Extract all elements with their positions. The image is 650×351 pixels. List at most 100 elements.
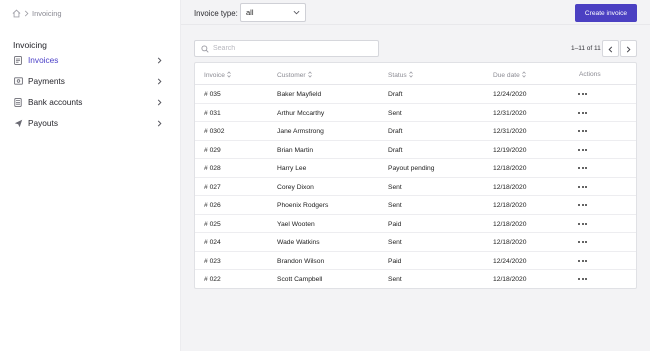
invoice-number: # 031 (204, 109, 221, 117)
column-header-due-date[interactable]: Due date (493, 71, 526, 80)
payment-icon (13, 76, 23, 86)
search-icon (201, 40, 209, 58)
breadcrumb: Invoicing (12, 9, 62, 18)
customer-name: Arthur Mccarthy (277, 109, 325, 117)
send-icon (13, 118, 23, 128)
sidebar-item-label: Payouts (28, 118, 58, 128)
breadcrumb-separator-icon (24, 10, 29, 17)
more-actions-icon[interactable] (578, 259, 587, 262)
more-actions-icon[interactable] (578, 222, 587, 225)
invoice-number: # 025 (204, 220, 221, 228)
more-actions-icon[interactable] (578, 185, 587, 188)
customer-name: Yael Wooten (277, 220, 315, 228)
invoice-status: Sent (388, 239, 402, 246)
customer-name: Phoenix Rodgers (277, 202, 329, 209)
invoice-status: Sent (388, 202, 402, 209)
customer-name: Scott Campbell (277, 276, 323, 283)
due-date: 12/18/2020 (493, 165, 527, 172)
table-row[interactable]: # 035 Baker Mayfield Draft 12/24/2020 (195, 85, 636, 104)
breadcrumb-current: Invoicing (32, 9, 62, 18)
invoice-status: Draft (388, 146, 403, 154)
sidebar-item-label: Invoices (28, 55, 59, 65)
customer-name: Baker Mayfield (277, 91, 322, 98)
invoice-number: # 023 (204, 257, 221, 265)
chevron-right-icon (155, 56, 163, 64)
table-row[interactable]: # 0302 Jane Armstrong Draft 12/31/2020 (195, 122, 636, 141)
more-actions-icon[interactable] (578, 278, 587, 280)
sort-icon (227, 71, 231, 80)
invoice-status: Draft (388, 91, 403, 98)
more-actions-icon[interactable] (578, 148, 587, 151)
document-icon (13, 55, 23, 65)
customer-name: Corey Dixon (277, 183, 314, 191)
invoice-status: Sent (388, 109, 402, 117)
table-header: Invoice Customer Status Due date Actions (195, 63, 636, 85)
table-row[interactable]: # 022 Scott Campbell Sent 12/18/2020 (195, 270, 636, 289)
table-row[interactable]: # 026 Phoenix Rodgers Sent 12/18/2020 (195, 196, 636, 215)
chevron-left-icon (608, 40, 613, 58)
more-actions-icon[interactable] (578, 204, 587, 206)
sidebar-section-title: Invoicing (13, 40, 47, 50)
sidebar-item-payments[interactable]: Payments (13, 74, 163, 88)
sidebar-item-payouts[interactable]: Payouts (13, 116, 163, 130)
invoice-type-select[interactable]: all (240, 3, 306, 22)
due-date: 12/18/2020 (493, 220, 527, 228)
invoice-status: Sent (388, 183, 402, 191)
sidebar-item-label: Bank accounts (28, 97, 83, 107)
more-actions-icon[interactable] (578, 93, 587, 95)
due-date: 12/19/2020 (493, 146, 527, 154)
customer-name: Brandon Wilson (277, 257, 325, 265)
column-header-customer[interactable]: Customer (277, 71, 312, 80)
more-actions-icon[interactable] (578, 111, 587, 114)
search-box (194, 40, 379, 57)
table-row[interactable]: # 024 Wade Watkins Sent 12/18/2020 (195, 233, 636, 252)
invoice-status: Paid (388, 220, 402, 228)
due-date: 12/24/2020 (493, 91, 527, 98)
table-row[interactable]: # 028 Harry Lee Payout pending 12/18/202… (195, 159, 636, 178)
invoice-number: # 035 (204, 91, 221, 98)
due-date: 12/31/2020 (493, 109, 527, 117)
due-date: 12/18/2020 (493, 276, 527, 283)
next-page-button[interactable] (620, 40, 637, 57)
due-date: 12/31/2020 (493, 128, 527, 135)
sort-icon (521, 71, 526, 80)
due-date: 12/24/2020 (493, 257, 527, 265)
pagination-text: 1–11 of 11 (571, 45, 601, 52)
search-input[interactable] (213, 45, 363, 52)
customer-name: Harry Lee (277, 165, 307, 172)
more-actions-icon[interactable] (578, 130, 587, 132)
more-actions-icon[interactable] (578, 241, 587, 243)
create-invoice-button[interactable]: Create invoice (575, 4, 637, 22)
customer-name: Jane Armstrong (277, 128, 324, 135)
toolbar: Invoice type: all Create invoice (181, 0, 650, 25)
table-row[interactable]: # 027 Corey Dixon Sent 12/18/2020 (195, 178, 636, 196)
sort-icon (408, 71, 413, 80)
sidebar-item-invoices[interactable]: Invoices (13, 53, 163, 67)
column-header-status[interactable]: Status (388, 71, 413, 80)
table-row[interactable]: # 029 Brian Martin Draft 12/19/2020 (195, 141, 636, 159)
table-row[interactable]: # 025 Yael Wooten Paid 12/18/2020 (195, 215, 636, 233)
sidebar-item-label: Payments (28, 76, 65, 86)
invoice-type-label: Invoice type: (194, 9, 238, 18)
invoice-number: # 029 (204, 146, 221, 154)
main-content: Invoice type: all Create invoice 1–11 of… (181, 0, 650, 351)
chevron-right-icon (155, 119, 163, 127)
invoice-number: # 028 (204, 165, 221, 172)
column-header-invoice[interactable]: Invoice (204, 71, 231, 80)
chevron-down-icon (293, 8, 300, 17)
invoice-status: Payout pending (388, 165, 435, 172)
table-row[interactable]: # 031 Arthur Mccarthy Sent 12/31/2020 (195, 104, 636, 122)
due-date: 12/18/2020 (493, 239, 527, 246)
column-header-actions: Actions (579, 71, 601, 78)
invoice-status: Sent (388, 276, 402, 283)
sidebar-item-bank-accounts[interactable]: Bank accounts (13, 95, 163, 109)
invoice-type-value: all (246, 8, 254, 17)
invoice-number: # 027 (204, 183, 221, 191)
home-icon[interactable] (12, 9, 21, 18)
table-row[interactable]: # 023 Brandon Wilson Paid 12/24/2020 (195, 252, 636, 270)
more-actions-icon[interactable] (578, 167, 587, 169)
invoice-number: # 0302 (204, 128, 225, 135)
invoices-table: Invoice Customer Status Due date Actions… (194, 62, 637, 289)
previous-page-button[interactable] (602, 40, 619, 57)
invoice-status: Paid (388, 257, 402, 265)
